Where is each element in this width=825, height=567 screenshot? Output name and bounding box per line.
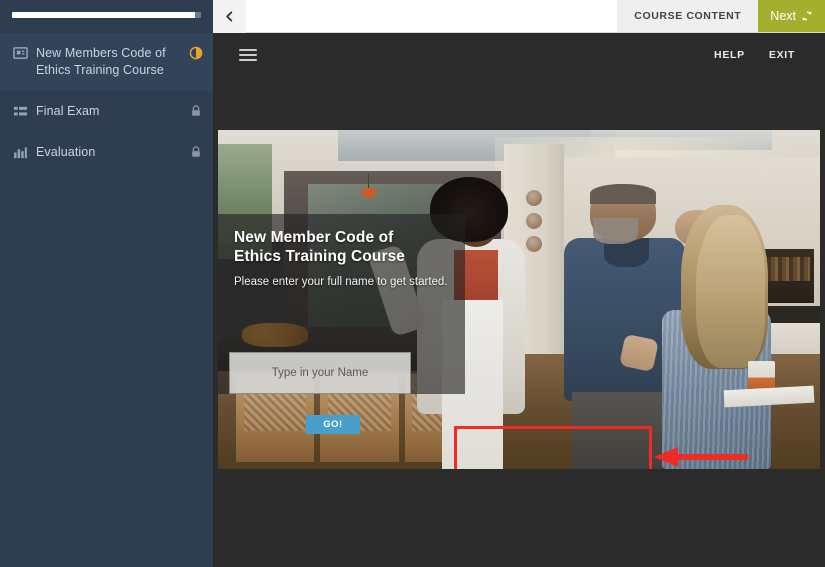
- bar-chart-icon: [13, 145, 28, 160]
- go-button[interactable]: GO!: [306, 415, 360, 434]
- slide-stage: New Member Code of Ethics Training Cours…: [213, 77, 825, 567]
- in-progress-icon: [189, 46, 203, 60]
- lock-icon: [189, 145, 203, 159]
- next-button-label: Next: [770, 9, 796, 23]
- refresh-icon: [801, 10, 813, 22]
- hamburger-line: [239, 54, 257, 56]
- course-sidebar: New Members Code of Ethics Training Cour…: [0, 0, 213, 567]
- hamburger-line: [239, 59, 257, 61]
- stage-bottom-area: [213, 474, 825, 567]
- exit-link[interactable]: EXIT: [769, 49, 795, 61]
- course-progress-bar: [0, 0, 213, 33]
- presentation-icon: [13, 46, 28, 61]
- lms-bar-spacer: [246, 0, 617, 32]
- sidebar-item-final-exam[interactable]: Final Exam: [0, 91, 213, 132]
- player-top-bar: HELP EXIT: [213, 33, 825, 77]
- course-nav-list: New Members Code of Ethics Training Cour…: [0, 33, 213, 173]
- slide-title: New Member Code of Ethics Training Cours…: [234, 229, 406, 265]
- hamburger-menu-icon[interactable]: [239, 46, 257, 64]
- progress-track: [12, 12, 201, 18]
- sidebar-item-evaluation[interactable]: Evaluation: [0, 132, 213, 173]
- sidebar-item-label: Evaluation: [36, 145, 96, 159]
- lms-top-bar: COURSE CONTENT Next: [213, 0, 825, 33]
- main-area: COURSE CONTENT Next HELP EXIT New Member…: [213, 0, 825, 567]
- back-button[interactable]: [213, 0, 246, 33]
- name-input[interactable]: [229, 352, 411, 394]
- course-slide: New Member Code of Ethics Training Cours…: [218, 130, 820, 469]
- lms-course-player: New Members Code of Ethics Training Cour…: [0, 0, 825, 567]
- name-field-wrapper: [219, 342, 421, 404]
- sidebar-item-label: New Members Code of Ethics Training Cour…: [36, 46, 166, 77]
- sidebar-item-label: Final Exam: [36, 104, 100, 118]
- sidebar-item-ethics-course[interactable]: New Members Code of Ethics Training Cour…: [0, 33, 213, 91]
- lock-icon: [189, 104, 203, 118]
- help-link[interactable]: HELP: [714, 49, 745, 61]
- slide-subtitle: Please enter your full name to get start…: [234, 276, 448, 288]
- next-button[interactable]: Next: [758, 0, 825, 32]
- chevron-left-icon: [224, 11, 235, 22]
- course-content-button[interactable]: COURSE CONTENT: [617, 0, 759, 32]
- hamburger-line: [239, 49, 257, 51]
- list-icon: [13, 104, 28, 119]
- progress-fill: [12, 12, 196, 18]
